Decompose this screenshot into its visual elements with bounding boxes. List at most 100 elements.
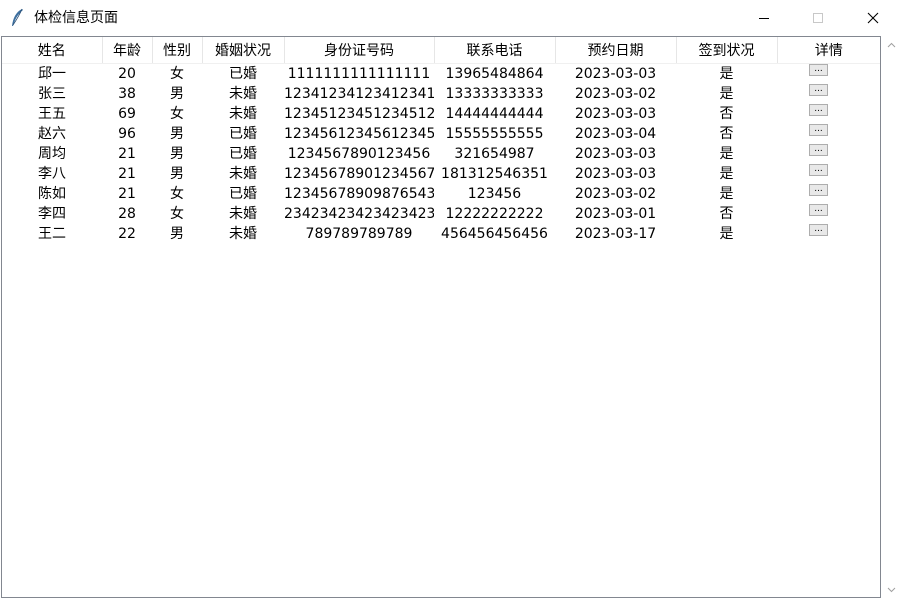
cell-date: 2023-03-02 — [574, 86, 657, 102]
column-header-detail[interactable]: 详情 — [777, 37, 880, 64]
vertical-scrollbar[interactable] — [881, 36, 902, 598]
cell-gender: 女 — [170, 186, 184, 202]
cell-checkin: 是 — [719, 86, 734, 102]
cell-checkin: 是 — [719, 226, 734, 242]
cell-gender: 男 — [170, 126, 184, 142]
detail-button[interactable]: ... — [809, 184, 828, 196]
table-row[interactable]: 李四 28 女 未婚 234234234234234234 1222222222… — [2, 204, 880, 224]
detail-button[interactable]: ... — [809, 164, 828, 176]
minimize-icon — [759, 18, 769, 19]
table-row[interactable]: 赵六 96 男 已婚 123456123456123456 1555555555… — [2, 124, 880, 144]
cell-id-number: 123412341234123412 — [284, 86, 434, 102]
cell-detail: ... — [777, 144, 880, 164]
table-header-row: 姓名 年龄 性别 婚姻状况 身份证号码 联系电话 预约日期 签到状况 详情 — [2, 37, 880, 64]
cell-name: 张三 — [38, 86, 66, 102]
cell-name: 李八 — [38, 166, 66, 182]
cell-age: 69 — [118, 106, 136, 122]
detail-button[interactable]: ... — [809, 84, 828, 96]
cell-date: 2023-03-04 — [574, 126, 657, 142]
cell-age: 21 — [118, 166, 136, 182]
cell-checkin: 是 — [719, 166, 734, 182]
cell-checkin: 是 — [719, 186, 734, 202]
cell-name: 陈如 — [38, 186, 66, 202]
cell-checkin: 是 — [719, 146, 734, 162]
cell-age: 96 — [118, 126, 136, 142]
scroll-down-button[interactable] — [881, 581, 902, 598]
cell-checkin: 否 — [719, 106, 734, 122]
table-row[interactable]: 李八 21 男 未婚 123456789012345678 1813125463… — [2, 164, 880, 184]
cell-age: 28 — [118, 206, 136, 222]
table-row[interactable]: 周均 21 男 已婚 1234567890123456 321654987 20… — [2, 144, 880, 164]
table-row[interactable]: 陈如 21 女 已婚 123456789098765432 123456 202… — [2, 184, 880, 204]
minimize-button[interactable] — [741, 0, 787, 36]
cell-gender: 女 — [170, 206, 184, 222]
table-row[interactable]: 张三 38 男 未婚 123412341234123412 1333333333… — [2, 84, 880, 104]
detail-button[interactable]: ... — [809, 204, 828, 216]
feather-icon — [8, 8, 26, 28]
cell-date: 2023-03-03 — [574, 146, 657, 162]
cell-detail: ... — [777, 164, 880, 184]
chevron-up-icon — [887, 42, 896, 47]
column-header-id-number[interactable]: 身份证号码 — [284, 37, 435, 64]
cell-gender: 女 — [170, 66, 184, 82]
cell-age: 20 — [118, 66, 136, 82]
cell-name: 王二 — [38, 226, 66, 242]
detail-button[interactable]: ... — [809, 144, 828, 156]
cell-phone: 15555555555 — [445, 126, 544, 142]
cell-id-number: 123456123456123456 — [284, 126, 434, 142]
table-row[interactable]: 邱一 20 女 已婚 1111111111111111 13965484864 … — [2, 64, 880, 85]
cell-id-number: 123456789098765432 — [284, 186, 434, 202]
window-title: 体检信息页面 — [34, 10, 118, 26]
cell-detail: ... — [777, 84, 880, 104]
cell-id-number: 234234234234234234 — [284, 206, 434, 222]
cell-age: 21 — [118, 146, 136, 162]
cell-marital: 已婚 — [229, 146, 257, 162]
close-button[interactable] — [850, 0, 896, 36]
cell-date: 2023-03-02 — [574, 186, 657, 202]
table-row[interactable]: 王二 22 男 未婚 789789789789 456456456456 202… — [2, 224, 880, 244]
cell-checkin: 否 — [719, 206, 734, 222]
cell-id-number: 1111111111111111 — [287, 66, 431, 82]
column-header-date[interactable]: 预约日期 — [555, 37, 677, 64]
records-table-view[interactable]: 姓名 年龄 性别 婚姻状况 身份证号码 联系电话 预约日期 签到状况 详情 邱一… — [1, 36, 881, 598]
column-header-marital[interactable]: 婚姻状况 — [202, 37, 285, 64]
cell-date: 2023-03-01 — [574, 206, 657, 222]
column-header-gender[interactable]: 性别 — [152, 37, 203, 64]
column-header-phone[interactable]: 联系电话 — [434, 37, 556, 64]
cell-id-number: 123451234512345123 — [284, 106, 434, 122]
records-table: 姓名 年龄 性别 婚姻状况 身份证号码 联系电话 预约日期 签到状况 详情 邱一… — [2, 37, 880, 244]
cell-gender: 男 — [170, 146, 184, 162]
column-header-name[interactable]: 姓名 — [2, 37, 103, 64]
cell-name: 李四 — [38, 206, 66, 222]
cell-id-number: 123456789012345678 — [284, 166, 434, 182]
cell-phone: 321654987 — [454, 146, 535, 162]
maximize-icon — [813, 13, 823, 23]
cell-phone: 181312546351 — [441, 166, 548, 182]
column-header-checkin[interactable]: 签到状况 — [676, 37, 778, 64]
cell-checkin: 否 — [719, 126, 734, 142]
column-header-age[interactable]: 年龄 — [102, 37, 153, 64]
detail-button[interactable]: ... — [809, 64, 828, 76]
cell-phone: 14444444444 — [445, 106, 544, 122]
cell-marital: 未婚 — [229, 86, 257, 102]
cell-phone: 13965484864 — [445, 66, 544, 82]
cell-date: 2023-03-03 — [574, 66, 657, 82]
cell-detail: ... — [777, 64, 880, 85]
cell-id-number: 789789789789 — [305, 226, 413, 242]
cell-name: 王五 — [38, 106, 66, 122]
cell-marital: 已婚 — [229, 66, 257, 82]
table-row[interactable]: 王五 69 女 未婚 123451234512345123 1444444444… — [2, 104, 880, 124]
cell-date: 2023-03-03 — [574, 106, 657, 122]
cell-detail: ... — [777, 184, 880, 204]
cell-detail: ... — [777, 224, 880, 244]
detail-button[interactable]: ... — [809, 124, 828, 136]
cell-name: 周均 — [38, 146, 66, 162]
maximize-button[interactable] — [795, 0, 841, 36]
detail-button[interactable]: ... — [809, 224, 828, 236]
scroll-up-button[interactable] — [881, 36, 902, 53]
cell-phone: 456456456456 — [441, 226, 548, 242]
cell-date: 2023-03-17 — [574, 226, 657, 242]
detail-button[interactable]: ... — [809, 104, 828, 116]
chevron-down-icon — [887, 587, 896, 592]
cell-phone: 13333333333 — [445, 86, 544, 102]
